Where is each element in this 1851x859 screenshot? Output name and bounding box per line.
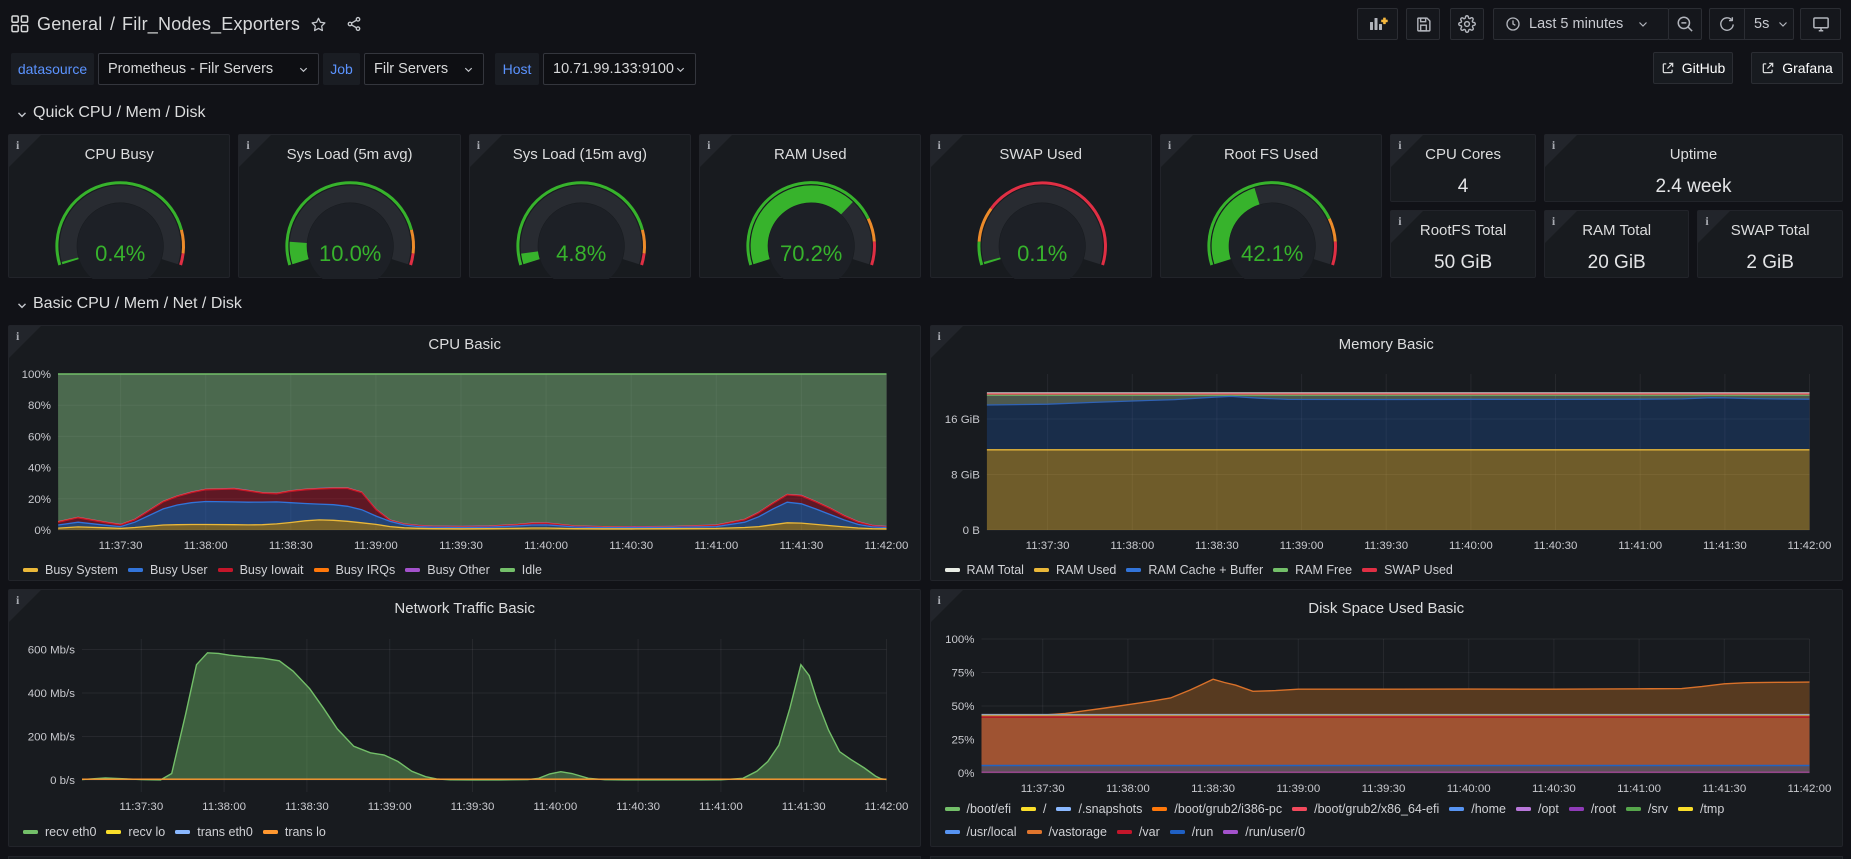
svg-text:60%: 60% — [28, 431, 51, 443]
svg-text:11:42:00: 11:42:00 — [865, 540, 909, 552]
svg-text:11:38:00: 11:38:00 — [202, 801, 246, 813]
svg-text:20%: 20% — [28, 494, 51, 506]
svg-text:11:37:30: 11:37:30 — [99, 540, 143, 552]
svg-text:11:38:00: 11:38:00 — [1110, 540, 1154, 552]
svg-text:11:39:00: 11:39:00 — [1276, 783, 1320, 795]
svg-text:11:39:30: 11:39:30 — [1364, 540, 1408, 552]
svg-text:11:42:00: 11:42:00 — [1787, 783, 1831, 795]
svg-text:11:38:00: 11:38:00 — [184, 540, 228, 552]
svg-text:10.0%: 10.0% — [319, 241, 381, 266]
svg-text:11:40:30: 11:40:30 — [1533, 540, 1577, 552]
svg-text:11:38:30: 11:38:30 — [1194, 540, 1238, 552]
svg-text:40%: 40% — [28, 463, 51, 475]
svg-text:80%: 80% — [28, 400, 51, 412]
svg-text:11:40:00: 11:40:00 — [1446, 783, 1490, 795]
svg-text:11:37:30: 11:37:30 — [1020, 783, 1064, 795]
svg-text:600 Mb/s: 600 Mb/s — [28, 645, 75, 657]
svg-text:11:38:30: 11:38:30 — [1191, 783, 1235, 795]
svg-text:11:38:30: 11:38:30 — [269, 540, 313, 552]
svg-text:11:41:30: 11:41:30 — [1702, 540, 1746, 552]
svg-text:70.2%: 70.2% — [780, 241, 842, 266]
svg-text:200 Mb/s: 200 Mb/s — [28, 731, 75, 743]
svg-text:16 GiB: 16 GiB — [944, 414, 979, 426]
svg-text:11:42:00: 11:42:00 — [865, 801, 909, 813]
svg-text:0.1%: 0.1% — [1017, 241, 1067, 266]
svg-text:100%: 100% — [945, 634, 974, 646]
svg-text:11:39:30: 11:39:30 — [1361, 783, 1405, 795]
svg-text:11:41:30: 11:41:30 — [782, 801, 826, 813]
svg-text:11:38:00: 11:38:00 — [1105, 783, 1149, 795]
svg-text:11:38:30: 11:38:30 — [285, 801, 329, 813]
svg-text:11:40:30: 11:40:30 — [1531, 783, 1575, 795]
svg-text:42.1%: 42.1% — [1241, 241, 1303, 266]
svg-text:0%: 0% — [34, 525, 51, 537]
svg-text:8 GiB: 8 GiB — [951, 469, 980, 481]
svg-text:25%: 25% — [951, 734, 974, 746]
svg-text:0 b/s: 0 b/s — [50, 775, 75, 787]
svg-text:11:39:00: 11:39:00 — [368, 801, 412, 813]
svg-text:11:40:30: 11:40:30 — [609, 540, 653, 552]
svg-text:11:41:00: 11:41:00 — [699, 801, 743, 813]
svg-text:11:42:00: 11:42:00 — [1787, 540, 1831, 552]
svg-text:100%: 100% — [22, 369, 51, 381]
svg-text:11:41:30: 11:41:30 — [1702, 783, 1746, 795]
svg-text:75%: 75% — [951, 668, 974, 680]
svg-text:11:40:00: 11:40:00 — [533, 801, 577, 813]
svg-text:11:41:00: 11:41:00 — [694, 540, 738, 552]
svg-text:11:40:30: 11:40:30 — [616, 801, 660, 813]
svg-text:11:41:00: 11:41:00 — [1617, 783, 1661, 795]
svg-text:0%: 0% — [957, 768, 974, 780]
svg-text:11:39:00: 11:39:00 — [1279, 540, 1323, 552]
svg-text:400 Mb/s: 400 Mb/s — [28, 688, 75, 700]
svg-text:11:41:30: 11:41:30 — [779, 540, 823, 552]
svg-text:11:39:00: 11:39:00 — [354, 540, 398, 552]
svg-text:11:37:30: 11:37:30 — [119, 801, 163, 813]
svg-text:11:40:00: 11:40:00 — [1448, 540, 1492, 552]
svg-text:11:40:00: 11:40:00 — [524, 540, 568, 552]
svg-text:11:39:30: 11:39:30 — [439, 540, 483, 552]
svg-text:11:41:00: 11:41:00 — [1618, 540, 1662, 552]
svg-text:0 B: 0 B — [962, 525, 980, 537]
svg-text:11:39:30: 11:39:30 — [451, 801, 495, 813]
svg-text:4.8%: 4.8% — [556, 241, 606, 266]
svg-text:0.4%: 0.4% — [95, 241, 145, 266]
svg-text:11:37:30: 11:37:30 — [1025, 540, 1069, 552]
svg-text:50%: 50% — [951, 701, 974, 713]
